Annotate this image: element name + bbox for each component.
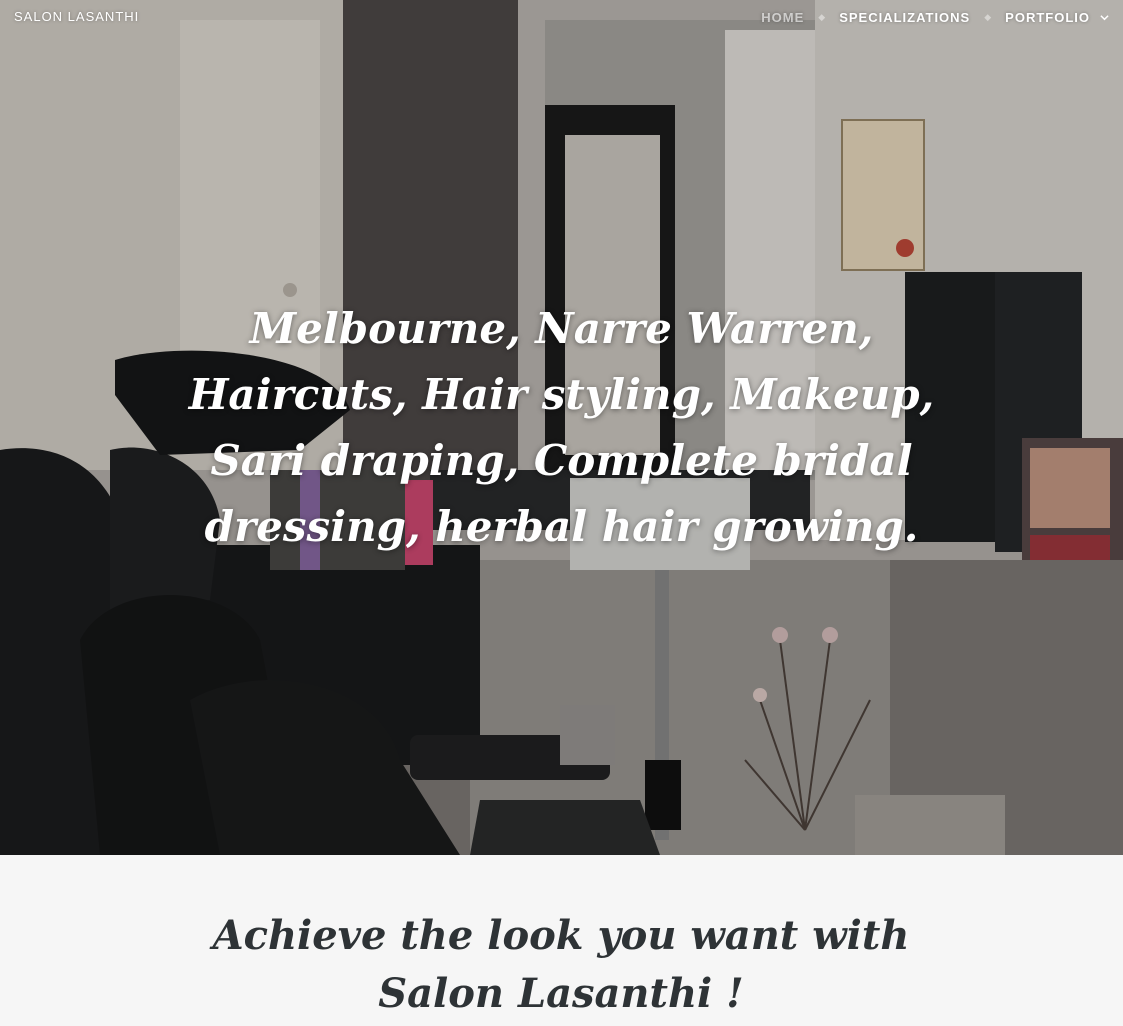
intro-section: Achieve the look you want with Salon Las… xyxy=(0,855,1123,1026)
site-title[interactable]: SALON LASANTHI xyxy=(14,9,139,24)
hero-headline: Melbourne, Narre Warren, Haircuts, Hair … xyxy=(188,304,935,551)
nav-item-portfolio[interactable]: PORTFOLIO xyxy=(1005,10,1109,25)
main-nav: HOME ◆ SPECIALIZATIONS ◆ PORTFOLIO xyxy=(761,10,1109,25)
chevron-down-icon[interactable] xyxy=(1100,13,1109,22)
diamond-icon: ◆ xyxy=(818,12,826,22)
hero-section: SALON LASANTHI HOME ◆ SPECIALIZATIONS ◆ … xyxy=(0,0,1123,855)
diamond-icon: ◆ xyxy=(984,12,992,22)
nav-item-portfolio-label: PORTFOLIO xyxy=(1005,10,1090,25)
nav-item-home[interactable]: HOME xyxy=(761,10,804,25)
intro-heading: Achieve the look you want with Salon Las… xyxy=(212,912,910,1017)
nav-item-specializations[interactable]: SPECIALIZATIONS xyxy=(839,10,970,25)
